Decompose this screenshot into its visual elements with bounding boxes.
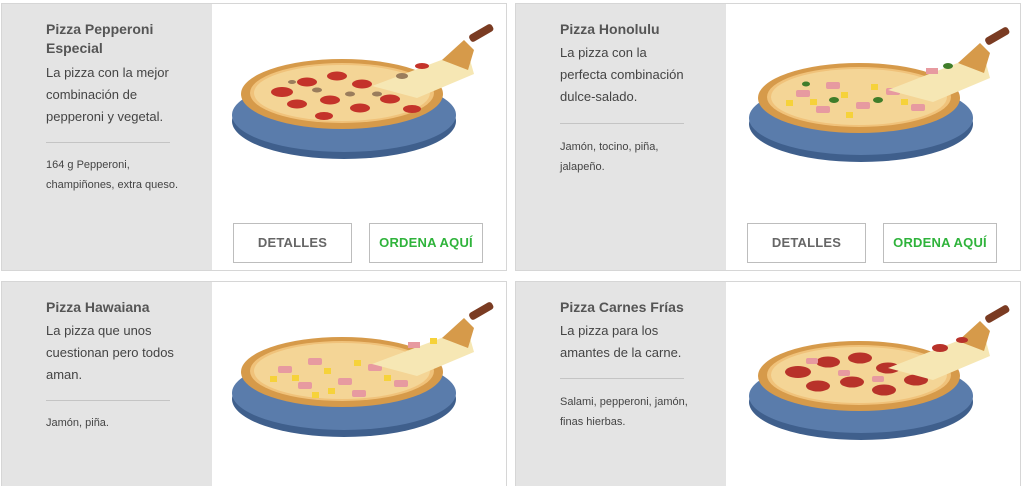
- pizza-ingredients: 164 g Pepperoni, champiñones, extra ques…: [46, 159, 179, 191]
- pizza-description: La pizza con la mejor combinación de pep…: [46, 65, 169, 124]
- pizza-carnes-frias-illustration: [749, 305, 1010, 440]
- pizza-card-carnes-frias: Pizza Carnes Frías La pizza para los ama…: [515, 281, 1021, 486]
- pizza-pepperoni-illustration: [232, 24, 494, 159]
- card-info-panel: Pizza Pepperoni Especial La pizza con la…: [2, 4, 212, 270]
- pizza-title: Pizza Honolulu: [560, 21, 660, 37]
- details-button[interactable]: DETALLES: [233, 223, 352, 263]
- pizza-hawaiana-illustration: [232, 302, 494, 437]
- order-here-button[interactable]: ORDENA AQUÍ: [883, 223, 997, 263]
- card-info-panel: Pizza Hawaiana La pizza que unos cuestio…: [2, 282, 212, 486]
- pizza-card-hawaiana: Pizza Hawaiana La pizza que unos cuestio…: [1, 281, 507, 486]
- pizza-card-pepperoni-especial: Pizza Pepperoni Especial La pizza con la…: [1, 3, 507, 271]
- pizza-image[interactable]: [212, 282, 506, 472]
- pizza-image[interactable]: [212, 4, 506, 194]
- card-info-panel: Pizza Honolulu La pizza con la perfecta …: [516, 4, 726, 270]
- pizza-ingredients: Jamón, tocino, piña, jalapeño.: [560, 141, 659, 173]
- order-here-button[interactable]: ORDENA AQUÍ: [369, 223, 483, 263]
- pizza-grid: Pizza Pepperoni Especial La pizza con la…: [0, 0, 1024, 486]
- pizza-description: La pizza que unos cuestionan pero todos …: [46, 323, 174, 382]
- divider: [46, 400, 170, 401]
- pizza-title: Pizza Hawaiana: [46, 299, 150, 315]
- pizza-image[interactable]: [726, 4, 1020, 194]
- pizza-description: La pizza para los amantes de la carne.: [560, 323, 682, 360]
- pizza-card-honolulu: Pizza Honolulu La pizza con la perfecta …: [515, 3, 1021, 271]
- divider: [560, 123, 684, 124]
- pizza-ingredients: Salami, pepperoni, jamón, finas hierbas.: [560, 396, 688, 428]
- divider: [46, 142, 170, 143]
- details-button[interactable]: DETALLES: [747, 223, 866, 263]
- pizza-title: Pizza Pepperoni Especial: [46, 21, 154, 56]
- divider: [560, 378, 684, 379]
- pizza-image[interactable]: [726, 282, 1020, 472]
- pizza-title: Pizza Carnes Frías: [560, 299, 684, 315]
- pizza-description: La pizza con la perfecta combinación dul…: [560, 45, 684, 104]
- pizza-honolulu-illustration: [749, 27, 1010, 162]
- pizza-ingredients: Jamón, piña.: [46, 417, 109, 429]
- card-info-panel: Pizza Carnes Frías La pizza para los ama…: [516, 282, 726, 486]
